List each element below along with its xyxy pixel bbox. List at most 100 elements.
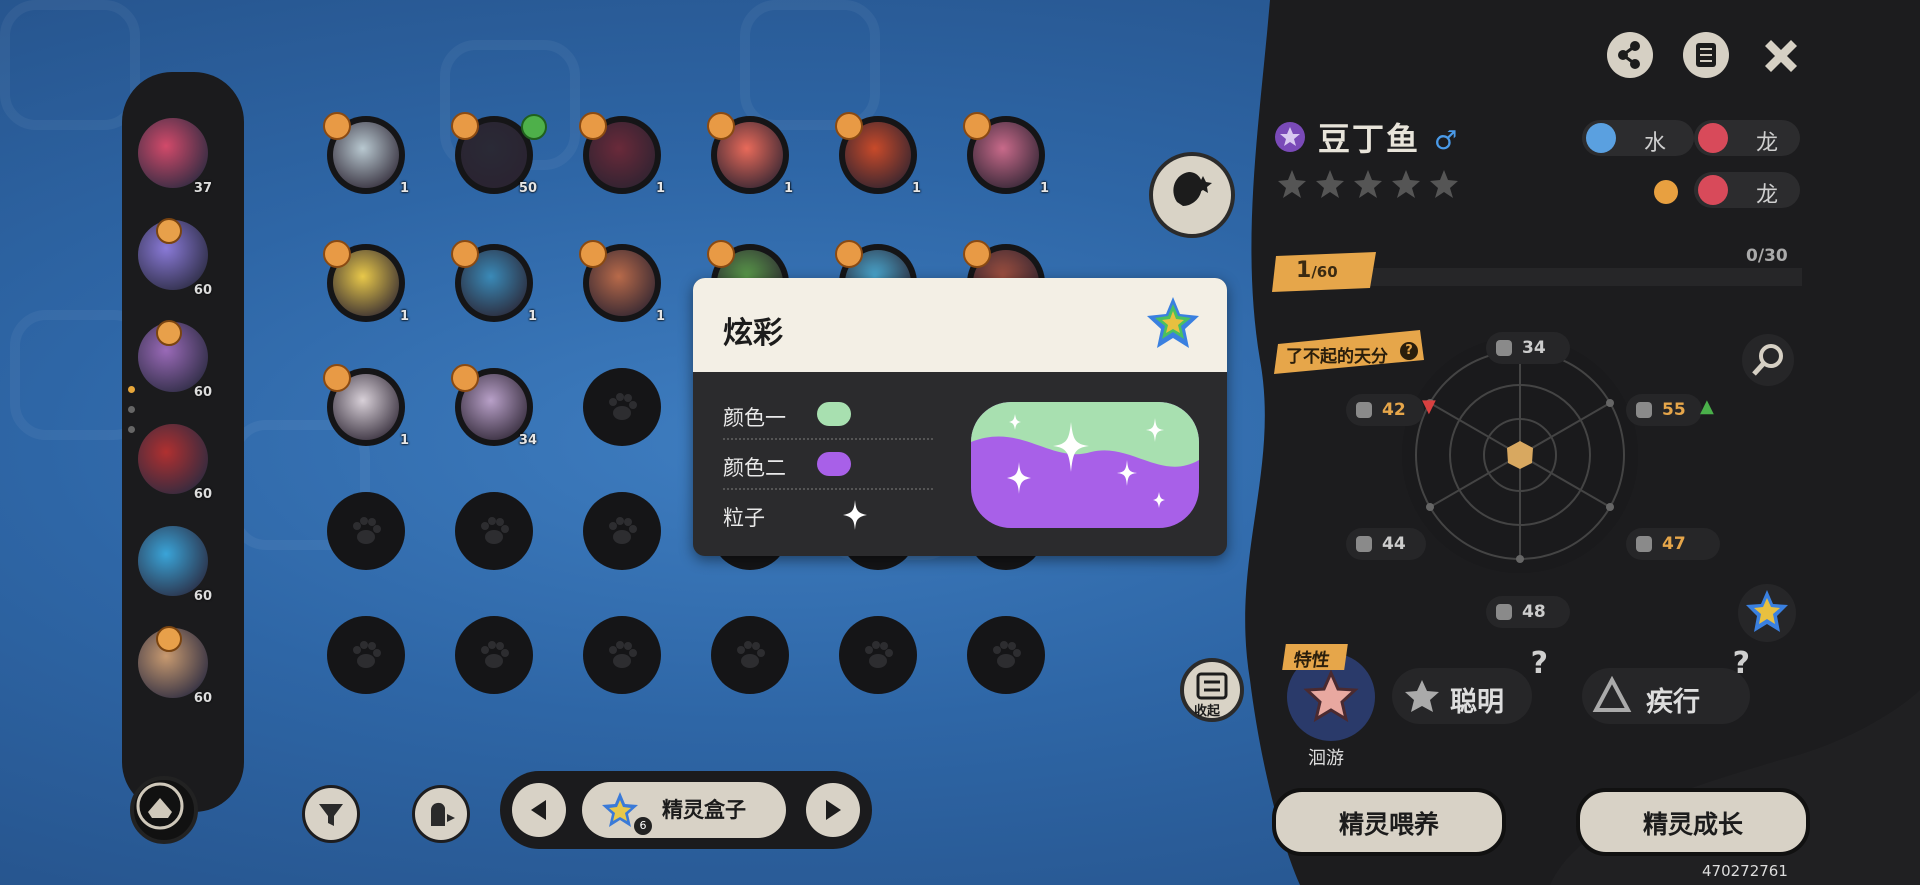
empty-slot[interactable]	[583, 616, 661, 694]
stats-radar	[1400, 335, 1640, 575]
medal-icon	[579, 112, 607, 140]
prev-page-button[interactable]	[512, 783, 566, 837]
medal-icon	[707, 240, 735, 268]
stat-up-icon: ▲	[1700, 396, 1714, 417]
magic-shield-icon	[1636, 536, 1652, 552]
medal-icon	[156, 218, 182, 244]
roster-level: 60	[193, 283, 212, 298]
particle-label: 粒子	[723, 506, 765, 530]
spirit-slot[interactable]: 1	[579, 112, 665, 196]
user-id: 470272761	[1702, 862, 1788, 880]
level-max: /60	[1311, 263, 1338, 281]
medal-icon	[323, 240, 351, 268]
empty-slot[interactable]	[327, 616, 405, 694]
dragon-icon	[1698, 123, 1728, 153]
roster-spirit[interactable]: 60	[130, 418, 216, 504]
feed-button-label: 精灵喂养	[1338, 810, 1439, 839]
sword-icon	[1356, 402, 1372, 418]
roster-spirit[interactable]: 60	[130, 520, 216, 606]
empty-slot[interactable]	[967, 616, 1045, 694]
spirit-slot[interactable]: 1	[323, 364, 409, 448]
ability-smart-label: 聪明	[1450, 687, 1504, 718]
spirit-slot[interactable]: 34	[451, 364, 537, 448]
stat-spd-value: 48	[1522, 602, 1546, 622]
empty-slot[interactable]	[455, 616, 533, 694]
stat-mdef: 47	[1626, 528, 1720, 560]
stat-mdef-value: 47	[1662, 534, 1686, 554]
spirit-level: 1	[783, 181, 793, 196]
feed-button[interactable]: 精灵喂养	[1272, 788, 1506, 856]
paw-icon	[353, 517, 381, 544]
medal-icon	[835, 112, 863, 140]
roster-spirit[interactable]: 37	[130, 112, 216, 198]
home-icon	[521, 114, 547, 140]
boot-icon	[1496, 604, 1512, 620]
roster-spirit[interactable]: 60	[130, 316, 216, 402]
roster-spirit[interactable]: 60	[130, 622, 216, 708]
spirit-slot[interactable]: 1	[323, 240, 409, 324]
team-toggle-button[interactable]	[130, 776, 198, 844]
empty-slot[interactable]	[711, 616, 789, 694]
color1-swatch	[817, 402, 851, 426]
type-badge-water[interactable]: 水	[1582, 120, 1694, 156]
spirit-slot[interactable]: 1	[579, 240, 665, 324]
paw-icon	[481, 641, 509, 668]
spirit-slot[interactable]: 1	[835, 112, 921, 196]
spirit-level: 1	[399, 309, 409, 324]
next-page-button[interactable]	[806, 783, 860, 837]
ability-triangle-icon	[1592, 676, 1632, 712]
exp-value: 0/30	[1746, 246, 1788, 266]
ability-smart[interactable]: 聪明 ?	[1392, 646, 1548, 724]
spirit-name: 豆丁鱼	[1318, 120, 1421, 158]
collapse-label: 收起	[1194, 704, 1221, 719]
dragon-icon	[1698, 175, 1728, 205]
paw-icon	[993, 641, 1021, 668]
share-button[interactable]	[1607, 32, 1653, 78]
roster-level: 37	[193, 181, 212, 196]
cosmetic-button[interactable]	[1149, 152, 1235, 238]
spirit-slot[interactable]: 1	[323, 112, 409, 196]
sparkle-icon	[843, 500, 867, 530]
empty-slot[interactable]	[583, 368, 661, 446]
type-badge-dragon[interactable]: 龙	[1694, 120, 1800, 156]
stat-spd: 48	[1486, 596, 1570, 628]
star-icon	[1354, 170, 1382, 198]
spirit-slot[interactable]: 1	[451, 240, 537, 324]
spirit-portrait	[138, 526, 208, 596]
shiny-popup: 炫彩 颜色一 颜色二 粒子	[693, 278, 1227, 556]
talent-label: 了不起的天分	[1286, 347, 1388, 367]
roster-scroll-indicator[interactable]	[128, 320, 135, 440]
stat-atk-value: 42	[1382, 400, 1406, 420]
star-icon	[1392, 170, 1420, 198]
details-list-button[interactable]	[1683, 32, 1729, 78]
paw-icon	[481, 517, 509, 544]
collapse-button[interactable]: 收起	[1180, 658, 1244, 722]
empty-slot[interactable]	[583, 492, 661, 570]
sort-button[interactable]	[412, 785, 470, 843]
spirit-box-pager: 6 精灵盒子	[500, 771, 872, 849]
close-button[interactable]	[1757, 32, 1805, 80]
spirit-box-button[interactable]: 6 精灵盒子	[582, 782, 786, 838]
ability-help-icon: ?	[1732, 646, 1750, 681]
stat-atk: 42 ▼	[1346, 394, 1436, 426]
spirit-portrait	[138, 118, 208, 188]
ability-swift[interactable]: 疾行 ?	[1582, 646, 1750, 724]
type-label: 龙	[1756, 131, 1779, 156]
type-badge-dragon-2[interactable]: 龙	[1694, 172, 1800, 208]
empty-slot[interactable]	[327, 492, 405, 570]
empty-slot[interactable]	[839, 616, 917, 694]
inspect-button[interactable]	[1742, 334, 1794, 386]
spirit-slot[interactable]: 50	[451, 112, 547, 196]
filter-button[interactable]	[302, 785, 360, 843]
gender-icon: ♂	[1434, 126, 1458, 156]
shiny-button[interactable]	[1738, 584, 1796, 642]
empty-slot[interactable]	[455, 492, 533, 570]
color2-label: 颜色二	[723, 456, 786, 480]
roster-spirit[interactable]: 60	[130, 214, 216, 300]
roster-level: 60	[193, 691, 212, 706]
stat-matk: 55 ▲	[1626, 394, 1714, 426]
spirit-slot[interactable]: 1	[707, 112, 793, 196]
grow-button[interactable]: 精灵成长	[1576, 788, 1810, 856]
ability-star-icon	[1405, 680, 1439, 712]
spirit-slot[interactable]: 1	[963, 112, 1049, 196]
